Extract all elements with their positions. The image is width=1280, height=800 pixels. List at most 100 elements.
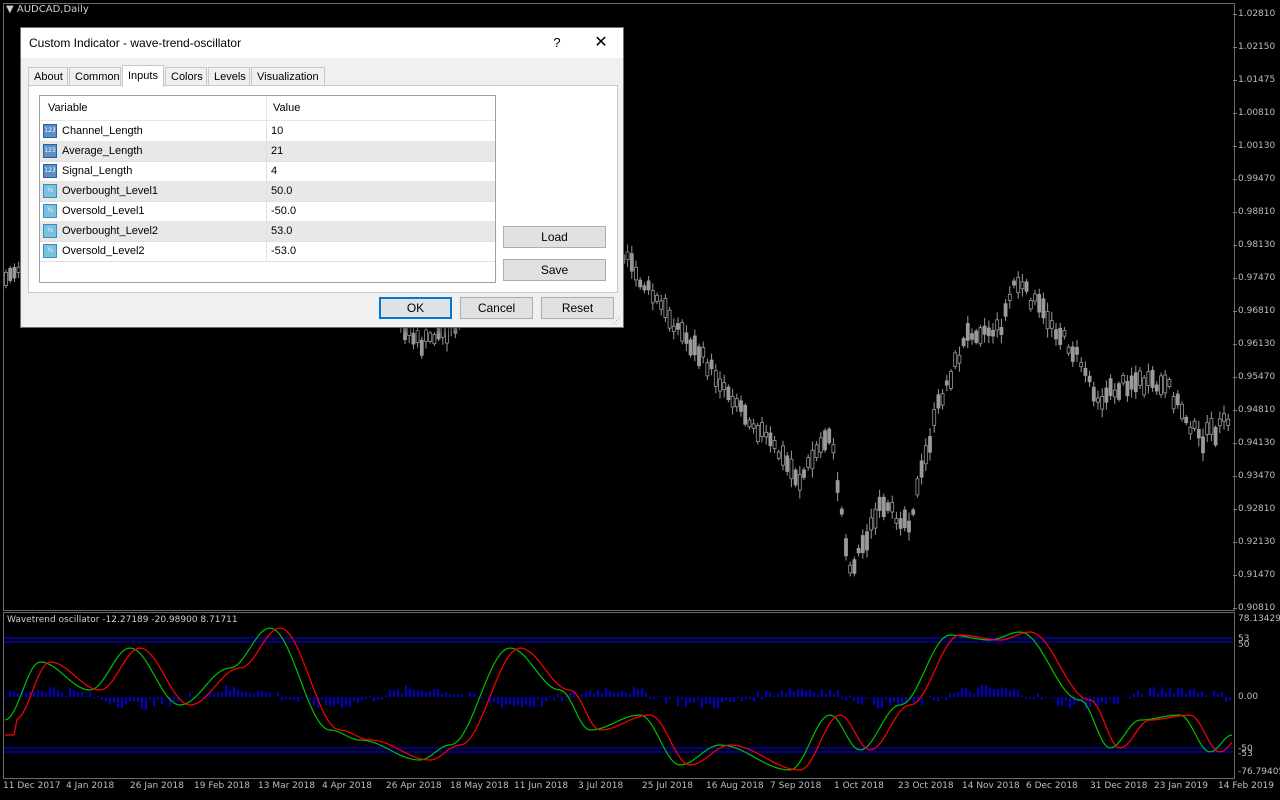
custom-indicator-dialog: Custom Indicator - wave-trend-oscillator… [20,27,624,328]
input-row[interactable]: 123 Signal_Length 4 [40,161,495,182]
date-axis-label: 31 Dec 2018 [1090,781,1148,791]
column-value[interactable]: Value [273,102,300,114]
price-tick [1233,377,1237,378]
price-axis-label: 0.92130 [1238,537,1276,547]
input-value-field[interactable]: -50.0 [271,205,296,217]
help-button[interactable]: ? [547,33,567,53]
column-variable[interactable]: Variable [48,102,88,114]
price-tick [1233,509,1237,510]
save-button[interactable]: Save [503,259,606,281]
price-axis-label: 1.01475 [1238,75,1276,85]
date-axis-label: 4 Apr 2018 [322,781,372,791]
input-row[interactable]: ½ Oversold_Level2 -53.0 [40,241,495,262]
dialog-titlebar[interactable]: Custom Indicator - wave-trend-oscillator… [21,28,623,58]
date-axis-label: 7 Sep 2018 [770,781,822,791]
price-axis-label: 0.99470 [1238,174,1276,184]
tab-inputs[interactable]: Inputs [122,65,164,87]
input-value-field[interactable]: 50.0 [271,185,292,197]
date-axis-label: 19 Feb 2018 [194,781,251,791]
date-axis-label: 6 Dec 2018 [1026,781,1078,791]
price-tick [1233,476,1237,477]
price-axis-label: 0.94130 [1238,438,1276,448]
price-tick [1233,80,1237,81]
row-divider [266,201,267,221]
tab-common[interactable]: Common [69,67,121,85]
symbol-label: AUDCAD,Daily [16,4,89,15]
input-value-field[interactable]: 21 [271,145,283,157]
double-type-icon: ½ [43,244,57,258]
price-tick [1233,410,1237,411]
tab-levels[interactable]: Levels [208,67,250,85]
load-button[interactable]: Load [503,226,606,248]
date-axis-label: 4 Jan 2018 [66,781,115,791]
date-axis-label: 18 May 2018 [450,781,509,791]
price-tick [1233,344,1237,345]
resize-grip-icon[interactable]: ⋰ [613,317,621,325]
price-axis-label: 0.91470 [1238,570,1276,580]
price-tick [1233,311,1237,312]
price-tick [1233,212,1237,213]
row-divider [266,241,267,261]
input-row[interactable]: 123 Channel_Length 10 [40,121,495,142]
tab-visualization[interactable]: Visualization [251,67,325,85]
price-tick [1233,278,1237,279]
osc-axis-bottom: -76.79405 [1238,767,1280,777]
input-variable-name: Average_Length [62,145,143,157]
input-row[interactable]: 123 Average_Length 21 [40,141,495,162]
price-axis-label: 1.02810 [1238,9,1276,19]
price-tick [1233,245,1237,246]
osc-axis-top: 78.13429 [1238,614,1280,624]
price-axis-label: 0.92810 [1238,504,1276,514]
double-type-icon: ½ [43,204,57,218]
row-divider [266,141,267,161]
input-variable-name: Signal_Length [62,165,133,177]
double-type-icon: ½ [43,224,57,238]
integer-type-icon: 123 [43,124,57,138]
date-axis-label: 13 Mar 2018 [258,781,316,791]
input-value-field[interactable]: 53.0 [271,225,292,237]
ok-button[interactable]: OK [379,297,452,319]
price-tick [1233,575,1237,576]
column-divider[interactable] [266,96,267,120]
price-axis-label: 0.93470 [1238,471,1276,481]
date-axis-label: 14 Nov 2018 [962,781,1020,791]
price-tick [1233,443,1237,444]
input-row[interactable]: ½ Overbought_Level1 50.0 [40,181,495,202]
date-axis-label: 14 Feb 2019 [1218,781,1275,791]
input-row[interactable]: ½ Oversold_Level1 -50.0 [40,201,495,222]
price-tick [1233,542,1237,543]
date-axis-label: 26 Jan 2018 [130,781,184,791]
price-axis-label: 0.96130 [1238,339,1276,349]
integer-type-icon: 123 [43,164,57,178]
price-tick [1233,47,1237,48]
row-divider [266,181,267,201]
date-axis-label: 3 Jul 2018 [578,781,624,791]
osc-axis-m53: -53 [1238,749,1253,759]
double-type-icon: ½ [43,184,57,198]
date-axis-label: 26 Apr 2018 [386,781,442,791]
price-axis-label: 1.00130 [1238,141,1276,151]
tab-colors[interactable]: Colors [165,67,207,85]
price-axis-label: 0.96810 [1238,306,1276,316]
price-axis-label: 1.00810 [1238,108,1276,118]
input-row[interactable]: ½ Overbought_Level2 53.0 [40,221,495,242]
input-variable-name: Overbought_Level2 [62,225,159,237]
inputs-grid[interactable]: Variable Value 123 Channel_Length 10 123 Ave… [39,95,496,283]
date-axis-label: 11 Jun 2018 [514,781,569,791]
row-divider [266,161,267,181]
date-axis-label: 1 Oct 2018 [834,781,884,791]
collapse-arrow-icon[interactable]: ▼ [6,4,14,15]
date-axis-label: 23 Jan 2019 [1154,781,1208,791]
price-axis-label: 0.90810 [1238,603,1276,613]
price-axis-label: 1.02150 [1238,42,1276,52]
price-axis-label: 0.94810 [1238,405,1276,415]
price-tick [1233,179,1237,180]
input-value-field[interactable]: 10 [271,125,283,137]
price-tick [1233,14,1237,15]
reset-button[interactable]: Reset [541,297,614,319]
tab-about[interactable]: About [28,67,68,85]
input-value-field[interactable]: -53.0 [271,245,296,257]
close-icon[interactable]: ✕ [591,33,611,53]
input-value-field[interactable]: 4 [271,165,277,177]
cancel-button[interactable]: Cancel [460,297,533,319]
